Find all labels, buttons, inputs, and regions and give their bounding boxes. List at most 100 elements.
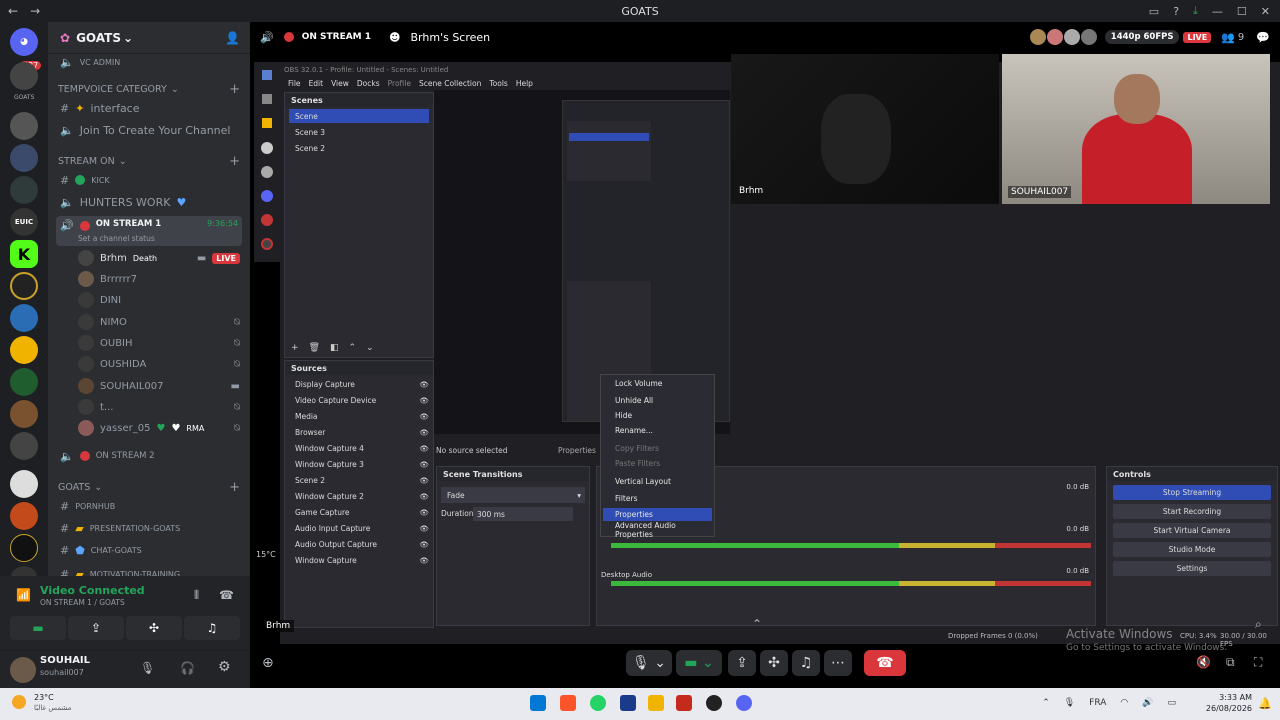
category-tempvoice[interactable]: TEMPVOICE CATEGORY ⌄ +: [58, 82, 240, 97]
voice-member[interactable]: OUBIH ⍉: [78, 333, 240, 353]
minimize-icon[interactable]: —: [1212, 5, 1223, 18]
channel-interface[interactable]: # ✦ interface: [56, 98, 242, 118]
source-item[interactable]: Window Capture 3 👁: [289, 457, 429, 471]
camera-tile-brhm[interactable]: Brhm: [731, 54, 999, 204]
start-icon[interactable]: [530, 695, 546, 711]
studio-mode-button[interactable]: Studio Mode: [1113, 542, 1271, 557]
activities-button[interactable]: ✣: [126, 616, 182, 640]
settings-button[interactable]: Settings: [1113, 561, 1271, 576]
down-icon[interactable]: ⌄: [366, 343, 374, 353]
more-button[interactable]: ⋯: [824, 650, 852, 676]
properties-button[interactable]: Properties: [558, 446, 596, 455]
kick-server-icon[interactable]: K: [10, 240, 38, 268]
server-icon[interactable]: [10, 534, 38, 562]
server-icon[interactable]: EUIC: [10, 208, 38, 236]
help-icon[interactable]: ?: [1173, 5, 1179, 18]
voice-member[interactable]: t... ⍉: [78, 397, 240, 417]
volume-icon[interactable]: 🔊: [1142, 698, 1153, 708]
eye-icon[interactable]: 👁: [419, 428, 429, 437]
menu-vertical-layout[interactable]: Vertical Layout: [603, 475, 712, 488]
server-icon[interactable]: [10, 470, 38, 498]
menu-help[interactable]: Help: [516, 79, 533, 88]
maximize-icon[interactable]: ☐: [1237, 5, 1247, 18]
notification-icon[interactable]: 🔔: [1258, 697, 1272, 710]
forward-icon[interactable]: →: [30, 4, 40, 18]
download-icon[interactable]: ⤓: [1193, 4, 1198, 18]
source-item[interactable]: Browser 👁: [289, 425, 429, 439]
add-member-icon[interactable]: 👤: [225, 31, 240, 45]
server-icon[interactable]: [10, 336, 38, 364]
voice-member[interactable]: DINI: [78, 290, 240, 310]
eye-icon[interactable]: 👁: [419, 508, 429, 517]
menu-advanced-audio[interactable]: Advanced Audio Properties: [603, 521, 712, 539]
menu-hide[interactable]: Hide: [603, 409, 712, 422]
soundboard-button[interactable]: ♫: [184, 616, 240, 640]
channel-status[interactable]: Set a channel status: [78, 234, 155, 243]
up-icon[interactable]: ⌃: [349, 343, 357, 353]
menu-copy-filters[interactable]: Copy Filters: [603, 442, 712, 455]
headphones-icon[interactable]: 🎧: [180, 661, 195, 675]
menu-view[interactable]: View: [331, 79, 349, 88]
scene-item[interactable]: Scene: [289, 109, 429, 123]
channel-on-stream-2[interactable]: 🔈 ON STREAM 2: [56, 446, 242, 466]
server-icon[interactable]: [10, 432, 38, 460]
whatsapp-icon[interactable]: [590, 695, 606, 711]
channel-presentation[interactable]: # ▰ PRESENTATION-GOATS: [56, 518, 242, 538]
eye-icon[interactable]: 👁: [419, 524, 429, 533]
menu-file[interactable]: File: [288, 79, 301, 88]
disconnect-icon[interactable]: ☎: [219, 588, 234, 602]
server-icon[interactable]: [10, 368, 38, 396]
noise-icon[interactable]: ⫴: [194, 588, 199, 603]
weather-icon[interactable]: [12, 695, 26, 709]
eye-icon[interactable]: 👁: [419, 492, 429, 501]
popout-icon[interactable]: ⧉: [1226, 655, 1235, 670]
fullscreen-icon[interactable]: ⛶: [1254, 655, 1262, 670]
add-user-icon[interactable]: ⊕: [262, 655, 274, 671]
menu-rename[interactable]: Rename...: [603, 424, 712, 437]
channel-vc-admin[interactable]: 🔈 VC ADMIN: [56, 52, 242, 72]
avatar[interactable]: [10, 657, 36, 683]
voice-member[interactable]: SOUHAIL007 ▬: [78, 376, 240, 396]
menu-properties[interactable]: Properties: [603, 508, 712, 521]
wifi-icon[interactable]: ◠: [1120, 698, 1128, 708]
menu-tools[interactable]: Tools: [489, 79, 507, 88]
discord-home-icon[interactable]: ◕: [10, 28, 38, 56]
file-explorer-icon[interactable]: [648, 695, 664, 711]
voice-status[interactable]: Video Connected: [40, 584, 145, 597]
category-stream-on[interactable]: STREAM ON ⌄ +: [58, 154, 240, 169]
channel-kick[interactable]: # KICK: [56, 170, 242, 190]
voice-member[interactable]: yasser_05 ♥ ♥ RMA ⍉: [78, 418, 240, 438]
channel-hunters[interactable]: 🔈 HUNTERS WORK ♥: [56, 192, 242, 212]
menu-edit[interactable]: Edit: [309, 79, 324, 88]
trash-icon[interactable]: 🗑: [309, 343, 320, 353]
mic-icon[interactable]: 🎙: [140, 661, 155, 675]
duration-input[interactable]: 300 ms: [473, 507, 573, 521]
add-channel-icon[interactable]: +: [229, 82, 240, 97]
menu-filters[interactable]: Filters: [603, 492, 712, 505]
channel-pornhub[interactable]: # PORNHUB: [56, 496, 242, 516]
eye-icon[interactable]: 👁: [419, 460, 429, 469]
start-virtual-camera-button[interactable]: Start Virtual Camera: [1113, 523, 1271, 538]
close-icon[interactable]: ✕: [1261, 5, 1270, 18]
source-item[interactable]: Window Capture 4 👁: [289, 441, 429, 455]
source-item[interactable]: Game Capture 👁: [289, 505, 429, 519]
back-icon[interactable]: ←: [8, 4, 18, 18]
mic-button[interactable]: 🎙 ⌄: [626, 650, 672, 676]
battery-icon[interactable]: ▭: [1167, 698, 1176, 708]
source-item[interactable]: Window Capture 👁: [289, 553, 429, 567]
menu-lock-volume[interactable]: Lock Volume: [603, 377, 712, 390]
server-icon[interactable]: [10, 176, 38, 204]
server-icon[interactable]: [10, 502, 38, 530]
gear-icon[interactable]: ⚙: [218, 659, 231, 675]
chevron-up-icon[interactable]: ⌃: [1042, 698, 1050, 708]
mic-icon[interactable]: 🎙: [1064, 698, 1075, 708]
category-goats[interactable]: GOATS ⌄ +: [58, 480, 240, 495]
voice-member[interactable]: Brrrrrr7: [78, 269, 240, 289]
zoom-icon[interactable]: ⌕: [1255, 617, 1262, 632]
server-icon[interactable]: [10, 272, 38, 300]
server-icon[interactable]: [10, 304, 38, 332]
lang-indicator[interactable]: FRA: [1089, 698, 1106, 708]
source-item[interactable]: Window Capture 2 👁: [289, 489, 429, 503]
eye-icon[interactable]: 👁: [419, 412, 429, 421]
obs-icon[interactable]: [706, 695, 722, 711]
